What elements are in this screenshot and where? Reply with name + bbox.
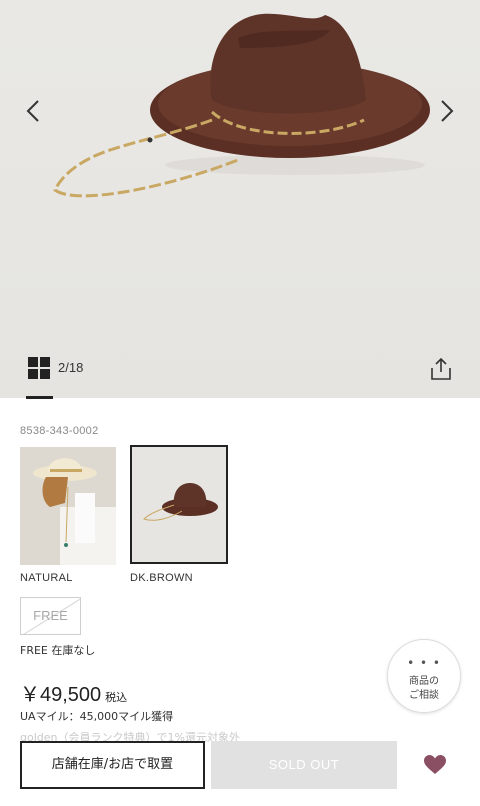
sold-out-button: SOLD OUT: [211, 741, 397, 789]
product-sku: 8538-343-0002: [20, 425, 99, 437]
more-dots-icon: • • •: [407, 656, 441, 670]
chevron-left-icon[interactable]: [22, 98, 46, 124]
dk-brown-hat-photo: [132, 447, 226, 562]
tab-underline: [26, 396, 53, 399]
consult-label-line2: ご相談: [409, 690, 439, 701]
image-counter: 2/18: [58, 360, 84, 375]
color-swatch-natural[interactable]: [20, 447, 116, 565]
price-amount: ￥49,500: [20, 684, 102, 706]
product-image-gallery[interactable]: 2/18: [0, 0, 480, 398]
stock-status: FREE 在庫なし: [20, 644, 96, 657]
size-option-label: FREE: [33, 608, 68, 623]
color-label-dk-brown: DK.BROWN: [130, 572, 193, 584]
heart-icon[interactable]: [424, 755, 446, 775]
brown-fedora-hat-photo: [53, 13, 430, 198]
size-option-free[interactable]: FREE: [20, 597, 81, 635]
price: ￥49,500 税込: [20, 678, 127, 707]
grid-icon[interactable]: [28, 357, 50, 379]
color-label-natural: NATURAL: [20, 572, 73, 584]
tax-label: 税込: [105, 692, 128, 704]
color-swatch-dk-brown[interactable]: [130, 445, 228, 564]
share-icon[interactable]: [428, 356, 454, 382]
points-info: UAマイル：45,000マイル獲得: [20, 710, 174, 723]
store-stock-button[interactable]: 店舗在庫/お店で取置: [20, 741, 205, 789]
natural-hat-model-photo: [20, 447, 116, 565]
chevron-right-icon[interactable]: [434, 98, 458, 124]
consult-label-line1: 商品の: [409, 676, 439, 687]
consult-button[interactable]: • • • 商品の ご相談: [387, 639, 461, 713]
